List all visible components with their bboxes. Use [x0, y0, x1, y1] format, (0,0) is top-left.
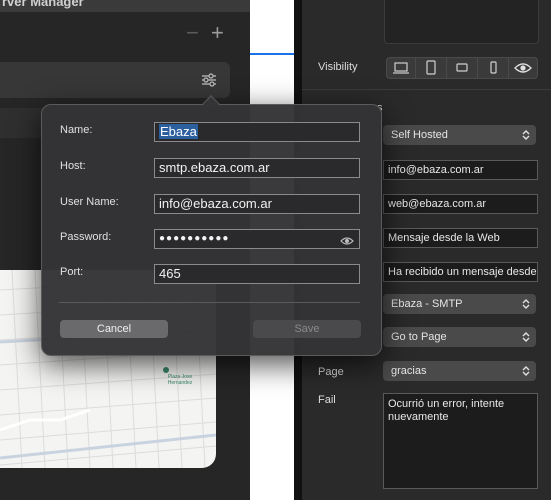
- popover-arrow-fill: [202, 97, 220, 106]
- tablet-portrait-icon: [426, 60, 436, 75]
- sliders-icon[interactable]: [200, 72, 218, 88]
- server-list-row[interactable]: [0, 62, 230, 98]
- visibility-label: Visibility: [318, 61, 358, 73]
- visibility-phone-button[interactable]: [477, 57, 509, 79]
- dialog-separator: [59, 302, 360, 303]
- success-action-popup[interactable]: Go to Page: [383, 327, 536, 347]
- smtp-server-popup[interactable]: Ebaza - SMTP: [383, 294, 536, 314]
- success-action-value: Go to Page: [391, 331, 447, 343]
- page-label: Page: [318, 366, 344, 378]
- phone-icon: [490, 61, 497, 74]
- page-popup[interactable]: gracias: [383, 361, 536, 381]
- visibility-eye-button[interactable]: [508, 57, 538, 79]
- name-field[interactable]: Ebaza: [154, 122, 360, 142]
- from-field[interactable]: info@ebaza.com.ar: [383, 160, 538, 180]
- chevron-updown-icon: [522, 130, 530, 140]
- name-value: Ebaza: [159, 124, 198, 139]
- to-field[interactable]: web@ebaza.com.ar: [383, 194, 538, 214]
- remove-server-button[interactable]: −: [186, 22, 199, 44]
- visibility-desktop-button[interactable]: [386, 57, 416, 79]
- map-poi-label: Plaza Jose Hernandez: [167, 374, 193, 386]
- port-field[interactable]: 465: [154, 264, 360, 284]
- server-type-value: Self Hosted: [391, 129, 448, 141]
- inspector-preview-box: [384, 0, 539, 44]
- desktop-icon: [393, 62, 409, 74]
- user-name-field[interactable]: info@ebaza.com.ar: [154, 194, 360, 214]
- cancel-button[interactable]: Cancel: [60, 320, 168, 338]
- fail-message-textarea[interactable]: Ocurrió un error, intente nuevamente: [383, 393, 538, 489]
- port-label: Port:: [60, 266, 84, 278]
- show-password-eye-icon[interactable]: [340, 236, 354, 246]
- add-server-button[interactable]: +: [211, 22, 224, 44]
- save-button[interactable]: Save: [253, 320, 361, 338]
- visibility-tablet-landscape-button[interactable]: [446, 57, 478, 79]
- password-field[interactable]: ●●●●●●●●●●: [154, 229, 360, 249]
- page-value: gracias: [391, 365, 427, 377]
- server-type-popup[interactable]: Self Hosted: [383, 125, 536, 145]
- user-name-label: User Name:: [60, 196, 119, 208]
- chevron-updown-icon: [522, 299, 530, 309]
- window-title: rver Manager: [2, 0, 84, 9]
- password-label: Password:: [60, 231, 112, 243]
- inspector-separator: [302, 89, 551, 90]
- host-field[interactable]: smtp.ebaza.com.ar: [154, 158, 360, 178]
- message-field[interactable]: Ha recibido un mensaje desde: [383, 262, 538, 282]
- tablet-landscape-icon: [456, 63, 468, 72]
- subject-field[interactable]: Mensaje desde la Web: [383, 228, 538, 248]
- host-label: Host:: [60, 160, 86, 172]
- chevron-updown-icon: [522, 366, 530, 376]
- fail-label: Fail: [318, 394, 336, 406]
- server-manager-titlebar: rver Manager: [0, 0, 250, 12]
- canvas-guide-line: [250, 53, 294, 55]
- name-label: Name:: [60, 124, 93, 136]
- visibility-tablet-button[interactable]: [415, 57, 447, 79]
- eye-icon: [514, 63, 532, 73]
- chevron-updown-icon: [522, 332, 530, 342]
- smtp-server-value: Ebaza - SMTP: [391, 298, 463, 310]
